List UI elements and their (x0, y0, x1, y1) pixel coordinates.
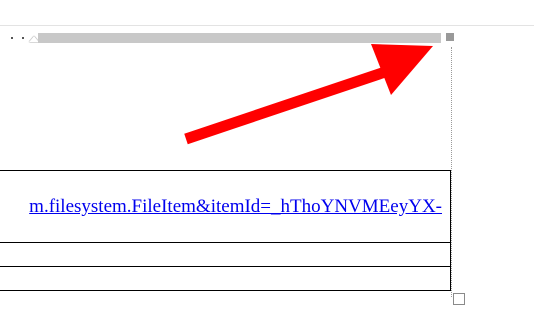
ruler-tick (11, 37, 13, 39)
document-table: m.filesystem.FileItem&itemId=_hThoYNVMEe… (0, 170, 451, 291)
ruler-tick (22, 37, 24, 39)
red-arrow-shaft (184, 66, 387, 145)
red-arrow-head (371, 44, 433, 95)
toolbar-bottom-border (0, 25, 534, 26)
table-resize-handle[interactable] (453, 293, 465, 305)
table-row (0, 266, 451, 291)
ruler-grip-icon[interactable] (446, 33, 454, 41)
right-margin-guide (451, 47, 452, 297)
table-row (0, 242, 451, 267)
file-item-link[interactable]: m.filesystem.FileItem&itemId=_hThoYNVMEe… (29, 196, 442, 217)
table-cell[interactable]: m.filesystem.FileItem&itemId=_hThoYNVMEe… (0, 170, 451, 243)
horizontal-ruler[interactable] (0, 33, 441, 43)
table-row: m.filesystem.FileItem&itemId=_hThoYNVMEe… (0, 170, 451, 243)
table-cell[interactable] (0, 242, 451, 267)
ruler-text-area[interactable] (38, 33, 441, 43)
table-cell[interactable] (0, 266, 451, 291)
